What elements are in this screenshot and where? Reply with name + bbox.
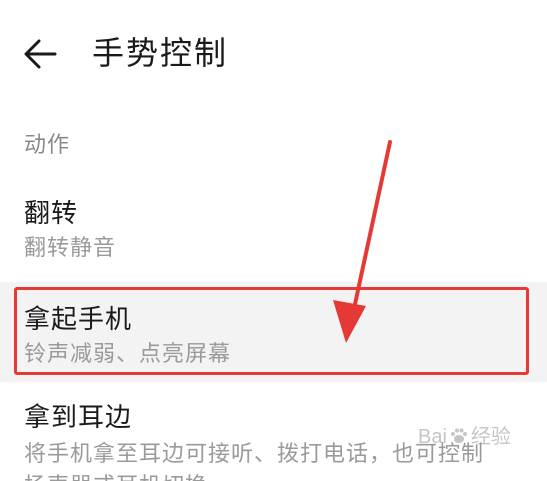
section-header-actions: 动作 [24,133,71,158]
setting-item-title: 拿到耳边 [24,403,133,433]
header: 手势控制 [0,0,547,110]
setting-item-subtitle: 铃声减弱、点亮屏幕 [24,342,232,367]
watermark: Bai 经验 [418,424,511,450]
back-button[interactable] [18,32,62,76]
arrow-left-icon [24,39,57,69]
setting-item-title: 拿起手机 [24,305,133,335]
setting-item-subtitle: 将手机拿至耳边可接听、拨打电话，也可控制 [24,442,485,467]
setting-item-subtitle: 翻转静音 [24,236,117,261]
page-title: 手势控制 [92,34,229,72]
setting-item-title: 翻转 [24,199,79,229]
setting-item-pickup-phone[interactable]: 拿起手机 铃声减弱、点亮屏幕 [0,282,547,382]
setting-item-flip[interactable]: 翻转 翻转静音 [0,186,547,276]
setting-item-subtitle-continued: 扬声器或耳机切换 [24,472,208,481]
watermark-text-right: 经验 [470,426,511,448]
watermark-text-left: Bai [418,426,447,448]
gesture-control-screen: 手势控制 动作 翻转 翻转静音 拿起手机 铃声减弱、点亮屏幕 拿到耳边 将手机拿… [0,0,547,481]
paw-icon [450,428,467,443]
